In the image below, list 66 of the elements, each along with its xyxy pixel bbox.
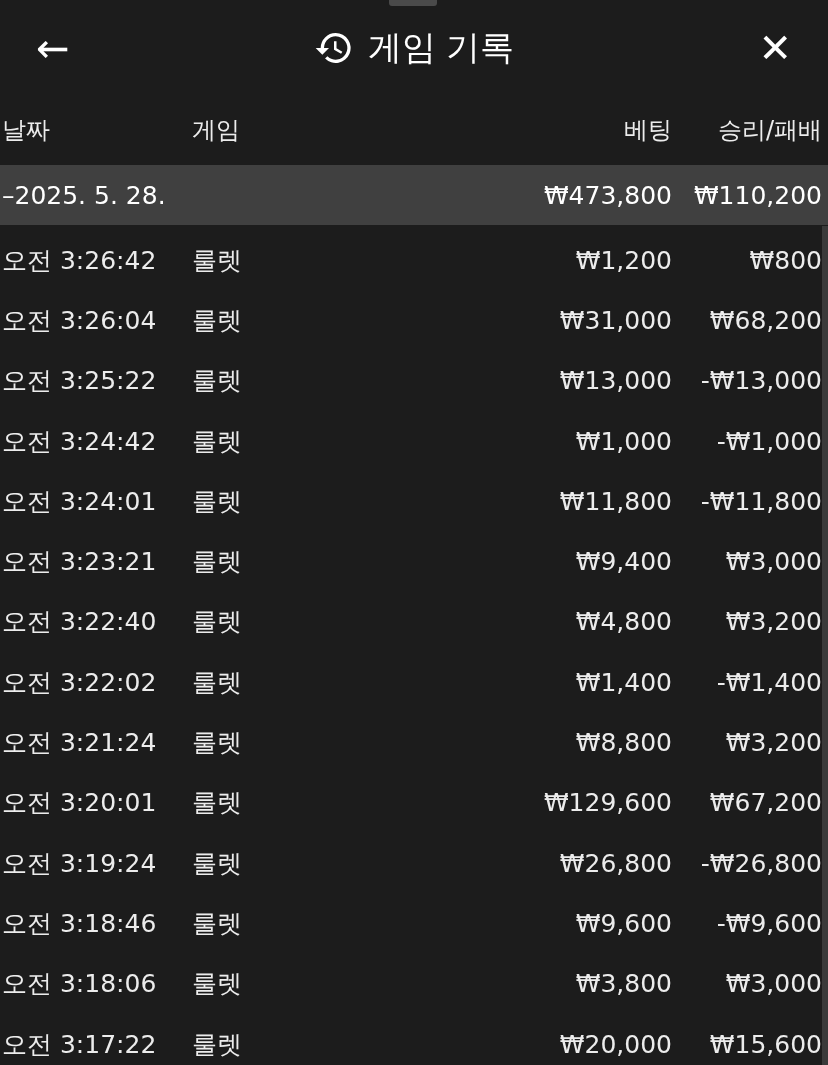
result-cell-text: -₩11,800	[699, 486, 822, 516]
game-cell-text: 룰렛	[192, 1028, 243, 1061]
result-cell-text: ₩3,000	[724, 969, 822, 999]
date-group-row[interactable]: –2025. 5. 28. ₩473,800 ₩110,200	[0, 165, 828, 225]
bet-cell-text: ₩1,200	[574, 245, 672, 275]
result-cell-text: ₩3,200	[724, 607, 822, 637]
game-cell-text: 룰렛	[192, 304, 243, 337]
time-cell-text: 오전 3:18:46	[2, 907, 158, 940]
bet-cell-text: ₩9,600	[574, 908, 672, 938]
result-cell-text: ₩68,200	[708, 305, 822, 335]
result-cell-text: ₩15,600	[708, 1029, 822, 1059]
bet-cell-text: ₩31,000	[558, 305, 672, 335]
time-cell-text: 오전 3:25:22	[2, 365, 158, 398]
game-cell-text: 룰렛	[192, 727, 243, 759]
bet-cell-text: ₩1,400	[574, 667, 672, 697]
column-header: 게임	[192, 115, 241, 146]
time-cell-text: 오전 3:18:06	[2, 968, 158, 1001]
time-cell-text: 오전 3:22:02	[2, 666, 158, 699]
column-header: 베팅	[623, 115, 672, 146]
screen-title: 게임 기록	[367, 25, 515, 69]
game-cell-text: 룰렛	[192, 606, 243, 639]
result-cell-text: -₩26,800	[699, 848, 822, 878]
time-cell-text: 오전 3:17:22	[2, 1028, 158, 1061]
game-cell-text: 룰렛	[192, 907, 243, 940]
game-cell-text: 룰렛	[192, 666, 243, 699]
bet-cell-text: ₩11,800	[558, 486, 672, 516]
bet-cell-text: ₩1,000	[574, 426, 672, 456]
column-header: 날짜	[2, 115, 51, 146]
bet-cell-text: ₩129,600	[542, 788, 672, 818]
time-cell-text: 오전 3:26:04	[2, 304, 158, 337]
game-cell-text: 룰렛	[192, 485, 243, 518]
drag-handle[interactable]	[389, 0, 437, 6]
game-cell-text: 룰렛	[192, 425, 243, 458]
game-cell-text: 룰렛	[192, 847, 243, 880]
bet-cell-text: ₩4,800	[574, 607, 672, 637]
back-button[interactable]: ←	[30, 27, 76, 68]
time-cell-text: 오전 3:23:21	[2, 546, 158, 579]
result-cell-text: ₩3,000	[724, 547, 822, 577]
time-cell-text: 오전 3:22:40	[2, 606, 158, 639]
bet-cell-text: ₩3,800	[574, 969, 672, 999]
scrollbar[interactable]	[822, 226, 828, 1065]
result-cell-text: -₩1,000	[715, 426, 822, 456]
bet-cell-text: ₩20,000	[558, 1029, 672, 1059]
result-cell-text: -₩1,400	[715, 667, 822, 697]
game-cell-text: 룰렛	[192, 365, 243, 398]
bet-cell-text: ₩13,000	[558, 366, 672, 396]
game-cell-text: 룰렛	[192, 546, 243, 579]
bet-cell-text: ₩26,800	[558, 848, 672, 878]
game-cell-text: 룰렛	[192, 787, 243, 820]
result-cell-text: ₩67,200	[708, 788, 822, 818]
result-cell-text: -₩9,600	[715, 908, 822, 938]
time-cell-text: 오전 3:21:24	[2, 727, 158, 759]
result-cell-text: ₩3,200	[724, 728, 822, 757]
result-cell-text: -₩13,000	[699, 366, 822, 396]
time-cell-text: 오전 3:24:01	[2, 485, 158, 518]
time-cell-text: 오전 3:20:01	[2, 787, 158, 820]
bet-cell-text: ₩8,800	[574, 728, 672, 757]
column-header: 승리/패배	[716, 115, 822, 146]
game-cell-text: 룰렛	[192, 968, 243, 1001]
result-cell-text: ₩800	[748, 245, 822, 275]
time-cell-text: 오전 3:26:42	[2, 244, 158, 277]
time-cell-text: 오전 3:19:24	[2, 847, 158, 880]
game-cell-text: 룰렛	[192, 244, 243, 277]
close-button[interactable]: ✕	[752, 27, 798, 68]
bet-cell-text: ₩9,400	[574, 547, 672, 577]
time-cell-text: 오전 3:24:42	[2, 425, 158, 458]
